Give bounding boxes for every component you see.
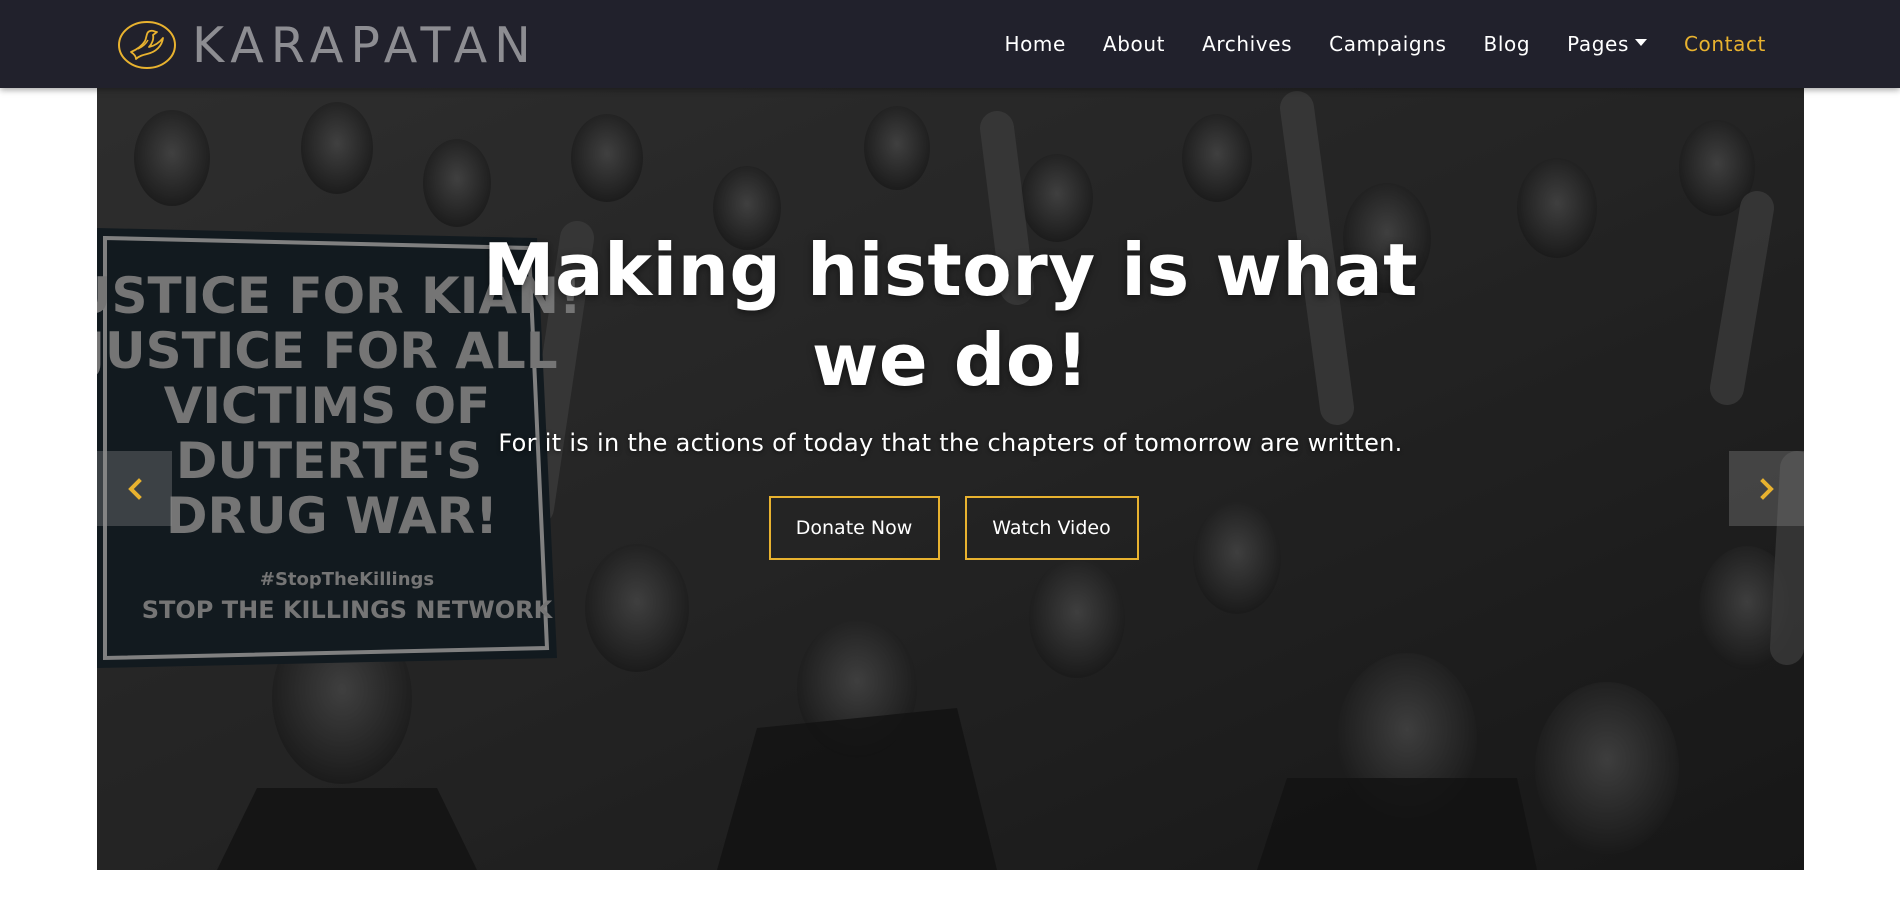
chevron-left-icon bbox=[127, 477, 142, 500]
hero-title: Making history is what we do! bbox=[97, 225, 1804, 405]
donate-now-button[interactable]: Donate Now bbox=[768, 496, 940, 560]
nav-item-archives[interactable]: Archives bbox=[1202, 32, 1292, 56]
nav-item-home[interactable]: Home bbox=[1004, 32, 1065, 56]
hero-title-line-2: we do! bbox=[811, 318, 1090, 402]
hero-carousel: JUSTICE FOR KIAN! JUSTICE FOR ALL VICTIM… bbox=[97, 88, 1804, 870]
brand-home-link[interactable]: KARAPATAN bbox=[116, 18, 538, 72]
brand-name: KARAPATAN bbox=[192, 16, 538, 74]
nav-item-blog[interactable]: Blog bbox=[1484, 32, 1531, 56]
dove-logo-icon bbox=[118, 21, 176, 69]
top-navbar: KARAPATAN Home About Archives Campaigns … bbox=[0, 0, 1900, 88]
hero-button-group: Donate Now Watch Video bbox=[97, 496, 1804, 560]
nav-item-campaigns[interactable]: Campaigns bbox=[1329, 32, 1446, 56]
hero-subtitle: For it is in the actions of today that t… bbox=[498, 429, 1403, 457]
nav-item-contact[interactable]: Contact bbox=[1684, 32, 1766, 56]
nav-item-pages-label: Pages bbox=[1567, 32, 1629, 56]
chevron-right-icon bbox=[1759, 477, 1774, 500]
caret-down-icon bbox=[1634, 39, 1647, 46]
hero-dark-overlay bbox=[97, 88, 1804, 870]
hero-title-line-1: Making history is what bbox=[482, 228, 1419, 312]
nav-item-pages[interactable]: Pages bbox=[1567, 32, 1647, 56]
nav-item-about[interactable]: About bbox=[1103, 32, 1165, 56]
main-nav: Home About Archives Campaigns Blog Pages… bbox=[967, 0, 1766, 88]
carousel-prev-button[interactable] bbox=[97, 451, 172, 526]
watch-video-button[interactable]: Watch Video bbox=[964, 496, 1139, 560]
carousel-next-button[interactable] bbox=[1729, 451, 1804, 526]
